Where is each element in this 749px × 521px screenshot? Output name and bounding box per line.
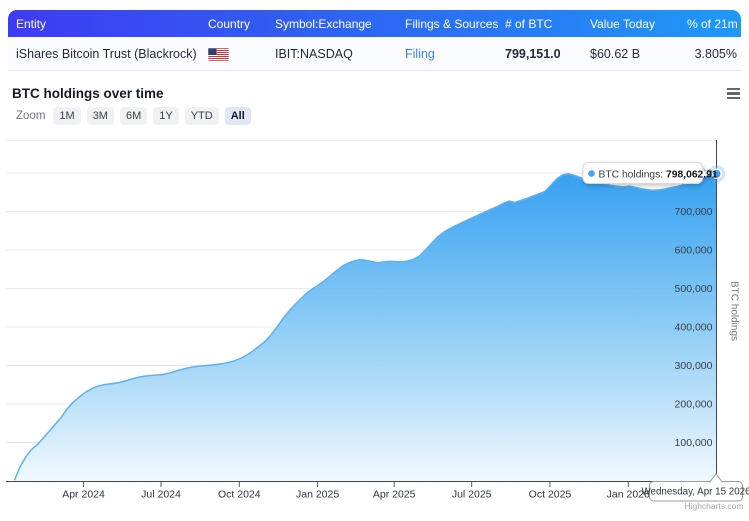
table-header-row: Entity Country Symbol:Exchange Filings &…: [8, 10, 741, 37]
btc-amount: 799,151.0: [505, 46, 561, 61]
symbol-exchange-value: IBIT:NASDAQ: [275, 46, 353, 61]
col-num-btc: # of BTC: [505, 16, 553, 31]
zoom-3m-button[interactable]: 3M: [86, 107, 114, 126]
chart-tooltip: BTC holdings: 798,062.91: [582, 162, 718, 184]
zoom-6m-button[interactable]: 6M: [119, 107, 148, 126]
entity-name: iShares Bitcoin Trust (Blackrock): [16, 46, 197, 61]
y-tick-label: 600,000: [675, 245, 713, 257]
y-tick-label: 100,000: [675, 437, 713, 449]
x-tick-label: Apr 2024: [62, 489, 105, 501]
filing-link[interactable]: Filing: [405, 47, 435, 61]
us-flag-icon: [208, 47, 229, 61]
y-tick-label: 500,000: [675, 283, 713, 295]
svg-text:BTC holdings: 798,062.91: BTC holdings: 798,062.91: [599, 169, 718, 180]
x-tick-label: Oct 2025: [529, 489, 572, 501]
entity-table: Entity Country Symbol:Exchange Filings &…: [8, 10, 741, 71]
col-value-today: Value Today: [590, 16, 655, 31]
x-tick-label: Apr 2025: [373, 489, 416, 501]
zoom-1y-button[interactable]: 1Y: [153, 107, 179, 126]
x-tick-label: Jul 2025: [452, 489, 492, 501]
col-filings-sources: Filings & Sources: [405, 16, 499, 31]
zoom-label: Zoom: [16, 110, 46, 123]
value-today: $60.62 B: [590, 46, 641, 61]
col-country: Country: [208, 16, 251, 31]
col-entity: Entity: [16, 16, 47, 31]
country-cell: [208, 46, 275, 61]
zoom-all-button[interactable]: All: [224, 107, 251, 126]
btc-holdings-chart[interactable]: Apr 2024 Jul 2024 Oct 2024 Jan 2025 Apr 2025…: [0, 130, 749, 521]
y-axis-title: BTC holdings: [729, 281, 740, 341]
zoom-presets: Zoom 1M 3M 6M 1Y YTD All: [16, 107, 251, 126]
chart-title: BTC holdings over time: [12, 86, 164, 102]
x-tick-label: Jul 2024: [141, 489, 181, 501]
y-tick-label: 300,000: [675, 360, 713, 372]
tooltip-series-dot: [588, 170, 595, 177]
hamburger-icon: [727, 88, 740, 91]
x-tick-label: Oct 2024: [218, 489, 261, 501]
y-tick-label: 200,000: [675, 399, 713, 411]
svg-text:Wednesday, Apr 15 2026: Wednesday, Apr 15 2026: [641, 487, 749, 498]
zoom-1m-button[interactable]: 1M: [53, 107, 81, 126]
btc-treasury-page: Entity Country Symbol:Exchange Filings &…: [0, 0, 749, 521]
y-tick-label: 700,000: [675, 206, 713, 218]
highcharts-credit-link[interactable]: Highcharts.com: [684, 501, 743, 511]
x-tick-label: Jan 2025: [296, 489, 339, 501]
y-tick-label: 400,000: [675, 322, 713, 334]
zoom-ytd-button[interactable]: YTD: [184, 107, 219, 126]
col-symbol-exchange: Symbol:Exchange: [275, 16, 372, 31]
table-row: iShares Bitcoin Trust (Blackrock) IBIT:N…: [8, 37, 741, 71]
col-pct-21m: % of 21m: [687, 16, 738, 31]
chart-menu-button[interactable]: [725, 86, 742, 101]
pct-of-21m: 3.805%: [694, 46, 737, 61]
